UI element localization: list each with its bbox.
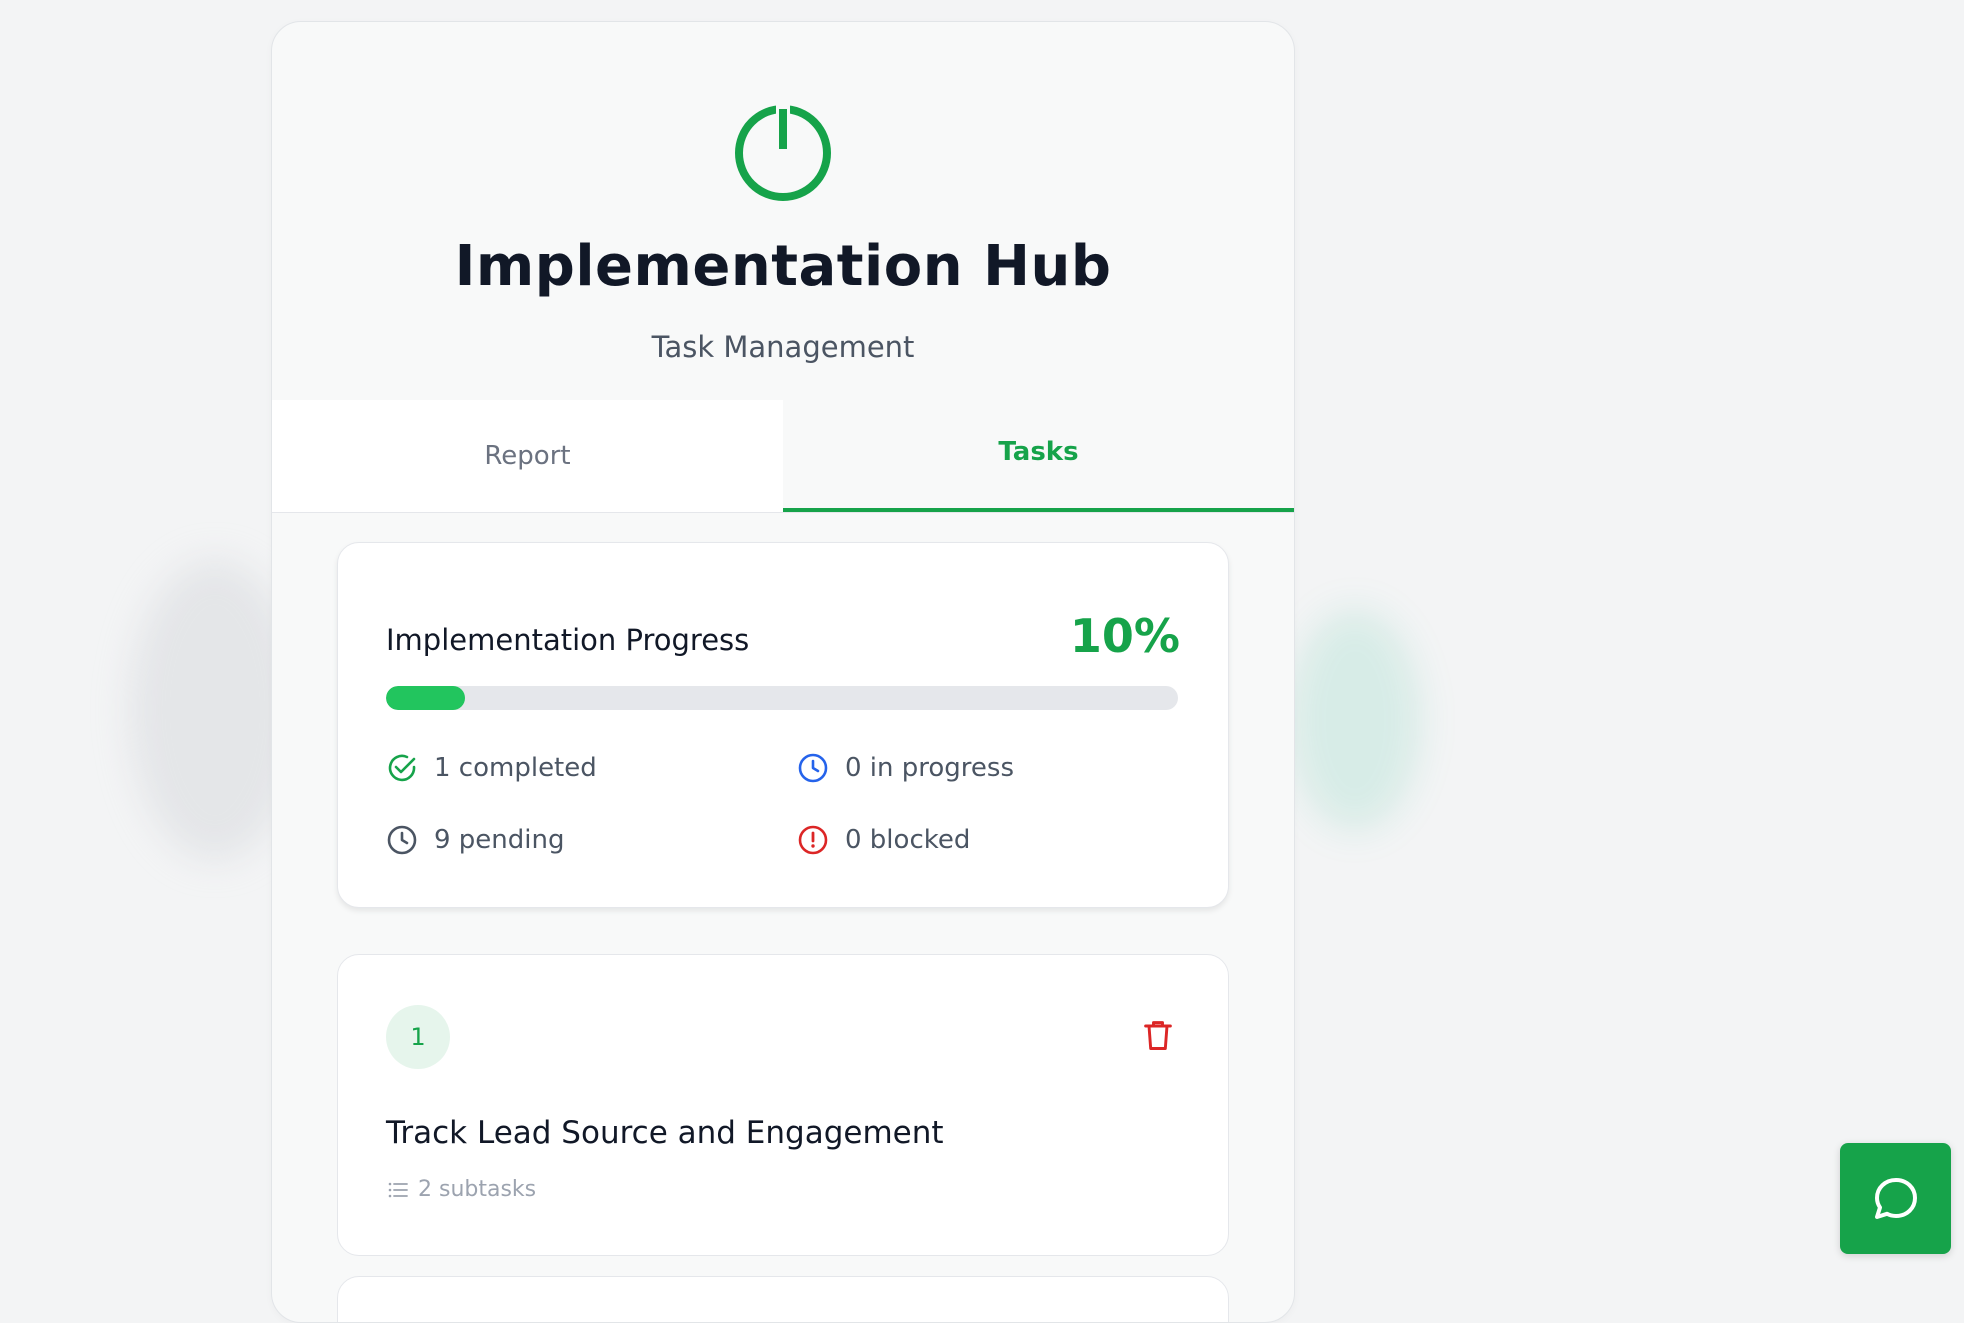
tab-report-label: Report	[484, 441, 571, 471]
progress-bar	[386, 686, 1178, 710]
task-subtasks-label: 2 subtasks	[418, 1177, 537, 1202]
list-icon	[388, 1182, 408, 1197]
header: Implementation Hub Task Management	[272, 22, 1294, 400]
alert-circle-icon	[798, 825, 828, 855]
stat-blocked: 0 blocked	[797, 824, 970, 856]
clock-icon	[387, 825, 417, 855]
background-blur-right	[1290, 610, 1420, 830]
task-title: Track Lead Source and Engagement	[386, 1115, 944, 1151]
check-circle-icon	[388, 754, 416, 782]
progress-title: Implementation Progress	[386, 623, 750, 657]
page-subtitle: Task Management	[651, 330, 915, 364]
progress-bar-fill	[386, 686, 466, 710]
chat-button[interactable]	[1840, 1143, 1951, 1254]
progress-card: Implementation Progress 10% 1 completed …	[337, 542, 1229, 908]
trash-icon[interactable]	[1140, 1017, 1176, 1053]
chat-bubble-icon	[1874, 1177, 1917, 1219]
task-subtasks: 2 subtasks	[386, 1177, 536, 1202]
task-card-next[interactable]	[337, 1276, 1229, 1322]
task-card[interactable]: 1 Track Lead Source and Engagement 2 sub…	[337, 954, 1229, 1256]
progress-percent: 10%	[1069, 609, 1180, 663]
power-icon	[735, 105, 831, 201]
tab-report[interactable]: Report	[272, 400, 783, 512]
stat-pending-label: 9 pending	[434, 825, 565, 855]
stat-in-progress-label: 0 in progress	[845, 753, 1015, 783]
main-panel: Implementation Hub Task Management Repor…	[271, 21, 1295, 1323]
stat-completed-label: 1 completed	[434, 753, 597, 783]
stat-pending: 9 pending	[386, 824, 565, 856]
tab-tasks-label: Tasks	[998, 437, 1079, 467]
page-title: Implementation Hub	[454, 234, 1112, 299]
task-number-badge: 1	[386, 1005, 450, 1069]
clock-icon	[798, 753, 828, 783]
stat-in-progress: 0 in progress	[797, 752, 1014, 784]
stat-blocked-label: 0 blocked	[845, 825, 971, 855]
stat-completed: 1 completed	[386, 752, 597, 784]
tab-bar: Report Tasks	[272, 400, 1294, 513]
tab-tasks[interactable]: Tasks	[783, 400, 1294, 512]
